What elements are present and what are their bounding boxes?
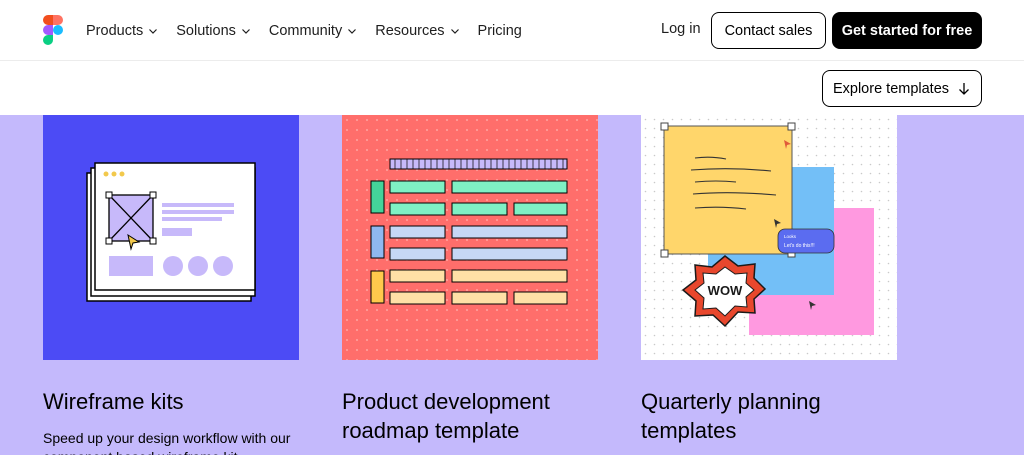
templates-subbar: Explore templates [0, 62, 1024, 115]
quarterly-planning-image[interactable]: Looks Let's do this!!! WOW [641, 115, 897, 360]
wireframe-kits-description: Speed up your design workflow with our c… [43, 430, 291, 455]
nav-products[interactable]: Products [86, 23, 158, 39]
nav-solutions[interactable]: Solutions [176, 23, 251, 39]
wireframe-illustration-icon [86, 162, 256, 302]
sticky-notes-illustration-icon: Looks Let's do this!!! WOW [641, 115, 897, 360]
wireframe-kits-title[interactable]: Wireframe kits [43, 387, 283, 416]
chevron-down-icon [241, 28, 250, 34]
top-navigation: Products Solutions Community Resources P… [0, 0, 1024, 61]
explore-templates-label: Explore templates [832, 80, 950, 97]
nav-resources-label: Resources [375, 22, 445, 39]
nav-community-label: Community [268, 22, 343, 39]
contact-sales-button[interactable]: Contact sales [711, 12, 826, 49]
nav-community[interactable]: Community [269, 23, 357, 39]
svg-text:WOW: WOW [708, 283, 743, 298]
wireframe-kits-image[interactable] [43, 115, 299, 360]
roadmap-illustration-icon [342, 115, 598, 360]
svg-text:Looks: Looks [784, 234, 797, 239]
login-link[interactable]: Log in [661, 21, 701, 37]
svg-text:Let's do this!!!: Let's do this!!! [784, 243, 815, 249]
nav-products-label: Products [86, 22, 144, 39]
explore-templates-button[interactable]: Explore templates [822, 70, 982, 107]
nav-solutions-label: Solutions [176, 22, 236, 39]
roadmap-template-title[interactable]: Product development roadmap template [342, 387, 582, 445]
nav-links: Products Solutions Community Resources P… [86, 0, 540, 61]
templates-section: Wireframe kits Speed up your design work… [0, 115, 1024, 455]
nav-pricing-label: Pricing [477, 22, 522, 39]
chevron-down-icon [348, 28, 357, 34]
figma-logo-icon[interactable] [43, 15, 63, 45]
nav-pricing[interactable]: Pricing [478, 23, 522, 39]
chevron-down-icon [149, 28, 158, 34]
roadmap-template-image[interactable] [342, 115, 598, 360]
nav-resources[interactable]: Resources [375, 23, 459, 39]
quarterly-planning-title[interactable]: Quarterly planning templates [641, 387, 881, 445]
chevron-down-icon [450, 28, 459, 34]
get-started-button[interactable]: Get started for free [832, 12, 982, 49]
arrow-down-icon [959, 82, 969, 95]
